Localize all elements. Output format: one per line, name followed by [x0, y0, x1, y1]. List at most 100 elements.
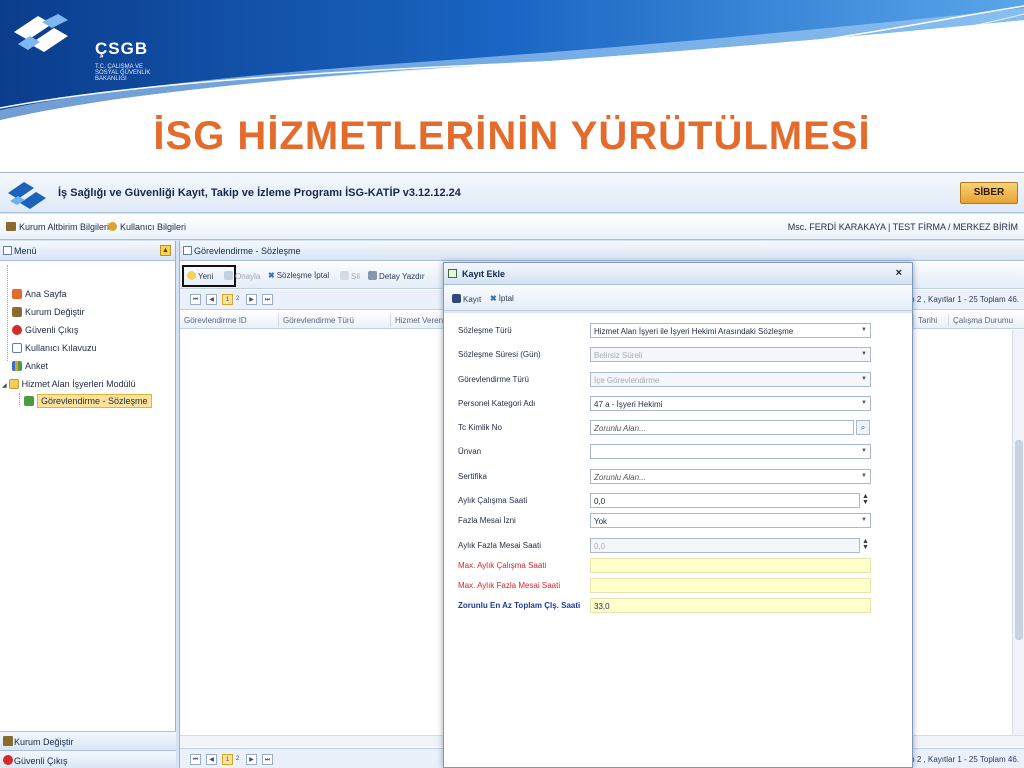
close-icon[interactable]: × — [896, 267, 902, 279]
building-icon — [3, 736, 13, 746]
page-2-button[interactable]: 2 — [232, 754, 243, 765]
sozlesme-iptal-button[interactable]: ✖ Sözleşme İptal — [268, 271, 329, 280]
max-aylik-fazla-mesai-field — [590, 578, 871, 593]
cancel-x-icon: ✖ — [490, 294, 497, 303]
cancel-x-icon: ✖ — [268, 271, 275, 280]
form-icon — [448, 269, 457, 278]
user-key-icon — [108, 222, 117, 231]
footer-guvenli-cikis[interactable]: Güvenli Çıkış — [0, 750, 176, 768]
home-icon — [12, 289, 22, 299]
zorunlu-toplam-field: 33,0 — [590, 598, 871, 613]
sidebar-item-kullanici-kilavuzu[interactable]: Kullanıcı Kılavuzu — [12, 343, 97, 357]
kayit-form: Sözleşme Türü Hizmet Alan İşyeri ile İşy… — [444, 313, 912, 767]
sozlesme-turu-select[interactable]: Hizmet Alan İşyeri ile İşyeri Hekimi Ara… — [590, 323, 871, 338]
row-tc-kimlik: Tc Kimlik No Zorunlu Alan... ⌕ — [458, 420, 898, 436]
sidebar-item-anket[interactable]: Anket — [12, 361, 48, 375]
sil-button[interactable]: Sil — [340, 271, 360, 281]
app-title: İş Sağlığı ve Güvenliği Kayıt, Takip ve … — [58, 187, 461, 199]
max-aylik-calisma-field — [590, 558, 871, 573]
sidebar-item-gorevlendirme[interactable]: Görevlendirme - Sözleşme — [24, 394, 152, 410]
row-fazla-mesai-izni: Fazla Mesai İzni Yok ▼ — [458, 513, 898, 529]
aylik-calisma-input[interactable]: 0,0 — [590, 493, 860, 508]
sidebar: Menü ▲ Ana Sayfa Kurum Değiştir Güvenli … — [0, 241, 176, 768]
dialog-header: Kayıt Ekle × — [444, 263, 912, 285]
siber-logo: SİBER — [960, 182, 1018, 204]
kayit-button[interactable]: Kayıt — [452, 294, 481, 304]
page-2-button[interactable]: 2 — [232, 294, 243, 305]
personel-kategori-select[interactable]: 47 a - İşyeri Hekimi ▼ — [590, 396, 871, 411]
col-hizmet-veren[interactable]: Hizmet Veren — [390, 314, 443, 327]
chevron-down-icon: ▼ — [861, 517, 867, 523]
tc-kimlik-input[interactable]: Zorunlu Alan... — [590, 420, 854, 435]
grid-icon — [183, 246, 192, 255]
row-gorevlendirme-turu: Görevlendirme Türü İçe Görevlendirme ▼ — [458, 372, 898, 388]
vertical-scrollbar[interactable] — [1012, 330, 1024, 735]
aylik-fazla-mesai-input[interactable]: 0,0 — [590, 538, 860, 553]
iptal-button[interactable]: ✖ İptal — [490, 294, 514, 303]
fazla-mesai-izni-select[interactable]: Yok ▼ — [590, 513, 871, 528]
row-max-aylik-calisma: Max. Aylık Çalışma Saati — [458, 558, 898, 574]
sidebar-item-hizmet-alan[interactable]: ◢ Hizmet Alan İşyerleri Modülü — [2, 379, 136, 393]
folder-icon — [8, 379, 19, 389]
onayla-button[interactable]: Onayla — [224, 271, 260, 281]
building-icon — [12, 307, 22, 317]
first-page-icon[interactable]: ⏮ — [190, 754, 201, 765]
kurum-altbirim-label: Kurum Altbirim Bilgileri — [19, 222, 110, 232]
app-menubar: Kurum Altbirim Bilgileri Kullanıcı Bilgi… — [0, 214, 1024, 240]
row-sertifika: Sertifika Zorunlu Alan... ▼ — [458, 469, 898, 485]
app-logo-icon — [8, 182, 46, 209]
building-icon — [6, 222, 16, 231]
row-personel-kategori: Personel Kategori Adı 47 a - İşyeri Heki… — [458, 396, 898, 412]
tab-gorevlendirme[interactable]: Görevlendirme - Sözleşme — [180, 241, 1024, 261]
expand-icon[interactable]: ◢ — [2, 383, 7, 389]
chevron-down-icon: ▼ — [861, 351, 867, 357]
unvan-select[interactable]: ▼ — [590, 444, 871, 459]
chevron-down-icon: ▼ — [861, 327, 867, 333]
logo-subtitle: T.C. ÇALIŞMA VE SOSYAL GÜVENLİK BAKANLIĞ… — [95, 64, 151, 82]
gorevlendirme-turu-select[interactable]: İçe Görevlendirme ▼ — [590, 372, 871, 387]
footer-guvenli-cikis-label: Güvenli Çıkış — [14, 756, 68, 766]
spinner-icon[interactable]: ▲ ▼ — [862, 493, 869, 506]
sertifika-select[interactable]: Zorunlu Alan... ▼ — [590, 469, 871, 484]
kullanici-bilgileri-menu[interactable]: Kullanıcı Bilgileri — [108, 222, 186, 232]
save-icon — [452, 294, 461, 303]
first-page-icon[interactable]: ⏮ — [190, 294, 201, 305]
print-icon — [368, 271, 377, 280]
prev-page-icon[interactable]: ◀ — [206, 294, 217, 305]
dialog-title: Kayıt Ekle — [462, 269, 506, 279]
last-page-icon[interactable]: ⏭ — [262, 294, 273, 305]
col-tarihi[interactable]: Tarihi — [913, 314, 937, 327]
detay-yazdir-button[interactable]: Detay Yazdır — [368, 271, 425, 281]
last-page-icon[interactable]: ⏭ — [262, 754, 273, 765]
yeni-button[interactable]: Yeni — [187, 271, 213, 281]
slide-title: İSG HİZMETLERİNİN YÜRÜTÜLMESİ — [153, 114, 871, 158]
user-info: Msc. FERDİ KARAKAYA | TEST FİRMA / MERKE… — [787, 222, 1018, 232]
row-sozlesme-suresi: Sözleşme Süresi (Gün) Belirsiz Süreli ▼ — [458, 347, 898, 363]
col-gorevlendirme-turu[interactable]: Görevlendirme Türü — [278, 314, 354, 327]
search-icon[interactable]: ⌕ — [856, 420, 870, 435]
chevron-down-icon: ▼ — [861, 448, 867, 454]
prev-page-icon[interactable]: ◀ — [206, 754, 217, 765]
spinner-icon[interactable]: ▲ ▼ — [862, 538, 869, 551]
col-gorevlendirme-id[interactable]: Görevlendirme ID — [180, 314, 247, 327]
col-calisma-durumu[interactable]: Çalışma Durumu — [948, 314, 1013, 327]
kurum-altbirim-menu[interactable]: Kurum Altbirim Bilgileri — [6, 222, 109, 232]
collapse-icon[interactable]: ▲ — [160, 245, 171, 256]
sidebar-item-kurum-degistir[interactable]: Kurum Değiştir — [12, 307, 85, 321]
chart-icon — [12, 361, 22, 371]
kayit-ekle-dialog: Kayıt Ekle × Kayıt ✖ İptal Sözleşme Türü … — [443, 262, 913, 768]
exit-icon — [12, 325, 22, 335]
slide-header: ÇSGB T.C. ÇALIŞMA VE SOSYAL GÜVENLİK BAK… — [0, 0, 1024, 160]
next-page-icon[interactable]: ▶ — [246, 294, 257, 305]
exit-icon — [3, 755, 13, 765]
slide: ÇSGB T.C. ÇALIŞMA VE SOSYAL GÜVENLİK BAK… — [0, 0, 1024, 768]
sidebar-item-guvenli-cikis[interactable]: Güvenli Çıkış — [12, 325, 79, 339]
next-page-icon[interactable]: ▶ — [246, 754, 257, 765]
footer-kurum-degistir[interactable]: Kurum Değiştir — [0, 731, 176, 750]
new-icon — [187, 271, 196, 280]
footer-kurum-degistir-label: Kurum Değiştir — [14, 737, 74, 747]
tab-label: Görevlendirme - Sözleşme — [194, 246, 301, 256]
sidebar-item-ana-sayfa[interactable]: Ana Sayfa — [12, 289, 67, 303]
sozlesme-suresi-select[interactable]: Belirsiz Süreli ▼ — [590, 347, 871, 362]
chevron-down-icon: ▼ — [861, 376, 867, 382]
